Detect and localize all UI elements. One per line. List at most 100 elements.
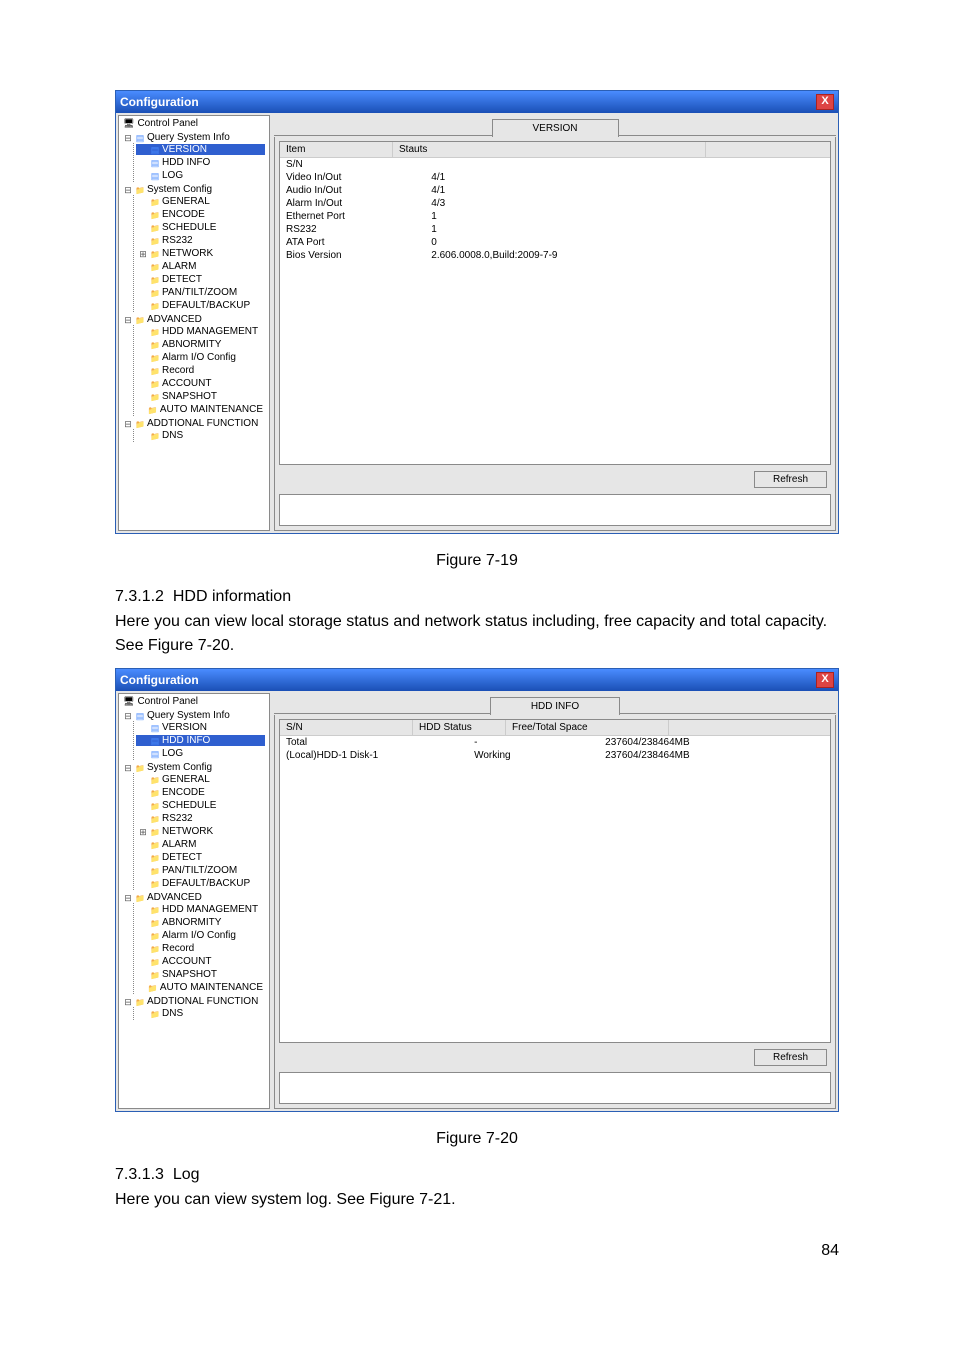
tree-item[interactable]: Record bbox=[136, 943, 265, 954]
tree-item[interactable]: VERSION bbox=[136, 722, 265, 733]
collapse-icon[interactable] bbox=[123, 763, 133, 773]
tree-item[interactable]: AUTO MAINTENANCE bbox=[136, 982, 265, 993]
tree-item[interactable]: SNAPSHOT bbox=[136, 391, 265, 402]
tree-item[interactable]: HDD MANAGEMENT bbox=[136, 326, 265, 337]
collapse-icon[interactable] bbox=[123, 997, 133, 1007]
table-cell: S/N bbox=[280, 158, 425, 171]
tree-header[interactable]: Control Panel bbox=[119, 116, 269, 131]
tree-item[interactable]: ALARM bbox=[136, 261, 265, 272]
list-header: S/NHDD StatusFree/Total Space bbox=[280, 720, 830, 736]
tree-item[interactable]: ENCODE bbox=[136, 787, 265, 798]
collapse-icon[interactable] bbox=[123, 185, 133, 195]
column-header[interactable]: Item bbox=[280, 142, 393, 157]
collapse-icon[interactable] bbox=[123, 893, 133, 903]
tree-item[interactable]: PAN/TILT/ZOOM bbox=[136, 287, 265, 298]
tab[interactable]: VERSION bbox=[492, 119, 619, 137]
table-row[interactable]: Video In/Out4/1 bbox=[280, 171, 830, 184]
tree-item[interactable]: SNAPSHOT bbox=[136, 969, 265, 980]
column-header[interactable]: Free/Total Space bbox=[506, 720, 669, 735]
tree-item[interactable]: ADDTIONAL FUNCTION bbox=[121, 996, 267, 1007]
close-icon[interactable]: X bbox=[816, 94, 834, 110]
tree-item[interactable]: ADVANCED bbox=[121, 314, 267, 325]
tree-item[interactable]: RS232 bbox=[136, 235, 265, 246]
tree-item[interactable]: AUTO MAINTENANCE bbox=[136, 404, 265, 415]
table-row[interactable]: RS2321 bbox=[280, 223, 830, 236]
tree-item[interactable]: PAN/TILT/ZOOM bbox=[136, 865, 265, 876]
tree-item[interactable]: DETECT bbox=[136, 852, 265, 863]
tree-item[interactable]: ALARM bbox=[136, 839, 265, 850]
expand-icon[interactable] bbox=[138, 249, 148, 259]
tree-item-label: AUTO MAINTENANCE bbox=[160, 982, 263, 993]
tree-item[interactable]: ADDTIONAL FUNCTION bbox=[121, 418, 267, 429]
tree-item-label: ADDTIONAL FUNCTION bbox=[147, 996, 258, 1007]
collapse-icon[interactable] bbox=[123, 315, 133, 325]
tree-item[interactable]: DNS bbox=[136, 1008, 265, 1019]
tree-item[interactable]: System Config bbox=[121, 184, 267, 195]
column-header[interactable]: Stauts bbox=[393, 142, 706, 157]
tree-item[interactable]: ABNORMITY bbox=[136, 917, 265, 928]
table-row[interactable]: ATA Port0 bbox=[280, 236, 830, 249]
tree-item[interactable]: GENERAL bbox=[136, 774, 265, 785]
close-icon[interactable]: X bbox=[816, 672, 834, 688]
column-header[interactable]: HDD Status bbox=[413, 720, 506, 735]
refresh-button[interactable]: Refresh bbox=[754, 471, 827, 488]
tree-pane[interactable]: Control Panel Query System InfoVERSION HD… bbox=[118, 115, 270, 531]
tree-item[interactable]: Query System Info bbox=[121, 710, 267, 721]
tree-item[interactable]: LOG bbox=[136, 748, 265, 759]
tree-item-label: DNS bbox=[162, 430, 183, 441]
table-cell: 2.606.0008.0,Build:2009-7-9 bbox=[425, 249, 830, 262]
tree-item-label: ENCODE bbox=[162, 209, 205, 220]
tree-item-label: System Config bbox=[147, 184, 212, 195]
tree-item[interactable]: DEFAULT/BACKUP bbox=[136, 300, 265, 311]
tree-item[interactable]: HDD MANAGEMENT bbox=[136, 904, 265, 915]
collapse-icon[interactable] bbox=[123, 133, 133, 143]
table-row[interactable]: Bios Version2.606.0008.0,Build:2009-7-9 bbox=[280, 249, 830, 262]
tab[interactable]: HDD INFO bbox=[490, 697, 620, 715]
refresh-button[interactable]: Refresh bbox=[754, 1049, 827, 1066]
tree-item[interactable]: DNS bbox=[136, 430, 265, 441]
table-row[interactable]: Ethernet Port1 bbox=[280, 210, 830, 223]
tree-item[interactable]: NETWORK bbox=[136, 826, 265, 837]
tree-item-label: PAN/TILT/ZOOM bbox=[162, 287, 237, 298]
tree-header[interactable]: Control Panel bbox=[119, 694, 269, 709]
folder-icon bbox=[148, 983, 158, 993]
tree-item[interactable]: DEFAULT/BACKUP bbox=[136, 878, 265, 889]
tree-item[interactable]: Record bbox=[136, 365, 265, 376]
table-cell: 4/1 bbox=[425, 171, 830, 184]
folder-icon bbox=[150, 197, 160, 207]
tree-item[interactable]: Query System Info bbox=[121, 132, 267, 143]
tree-item[interactable]: ABNORMITY bbox=[136, 339, 265, 350]
tree-item[interactable]: ACCOUNT bbox=[136, 378, 265, 389]
tree-item[interactable]: ACCOUNT bbox=[136, 956, 265, 967]
tree-item[interactable]: HDD INFO bbox=[136, 157, 265, 168]
table-row[interactable]: (Local)HDD-1 Disk-1Working237604/238464M… bbox=[280, 749, 830, 762]
tree-item[interactable]: ADVANCED bbox=[121, 892, 267, 903]
table-row[interactable]: Alarm In/Out4/3 bbox=[280, 197, 830, 210]
tree-item[interactable]: LOG bbox=[136, 170, 265, 181]
tree-item[interactable]: Alarm I/O Config bbox=[136, 352, 265, 363]
table-row[interactable]: Audio In/Out4/1 bbox=[280, 184, 830, 197]
button-row: Refresh bbox=[279, 1043, 831, 1068]
tree-item[interactable]: SCHEDULE bbox=[136, 222, 265, 233]
tree-item[interactable]: NETWORK bbox=[136, 248, 265, 259]
column-header[interactable]: S/N bbox=[280, 720, 413, 735]
folder-icon bbox=[148, 405, 158, 415]
tree-item[interactable]: RS232 bbox=[136, 813, 265, 824]
tree-item[interactable]: HDD INFO bbox=[136, 735, 265, 746]
tree-pane[interactable]: Control Panel Query System InfoVERSION HD… bbox=[118, 693, 270, 1109]
tree-item-label: GENERAL bbox=[162, 774, 210, 785]
tree-item-label: SNAPSHOT bbox=[162, 969, 217, 980]
table-row[interactable]: S/N bbox=[280, 158, 830, 171]
tree-item[interactable]: ENCODE bbox=[136, 209, 265, 220]
table-row[interactable]: Total-237604/238464MB bbox=[280, 736, 830, 749]
tree-item[interactable]: GENERAL bbox=[136, 196, 265, 207]
collapse-icon[interactable] bbox=[123, 419, 133, 429]
tree-item[interactable]: VERSION bbox=[136, 144, 265, 155]
expand-icon[interactable] bbox=[138, 827, 148, 837]
tree-item[interactable]: Alarm I/O Config bbox=[136, 930, 265, 941]
tree-item[interactable]: DETECT bbox=[136, 274, 265, 285]
tree-item-label: Alarm I/O Config bbox=[162, 352, 236, 363]
tree-item[interactable]: SCHEDULE bbox=[136, 800, 265, 811]
tree-item[interactable]: System Config bbox=[121, 762, 267, 773]
collapse-icon[interactable] bbox=[123, 711, 133, 721]
